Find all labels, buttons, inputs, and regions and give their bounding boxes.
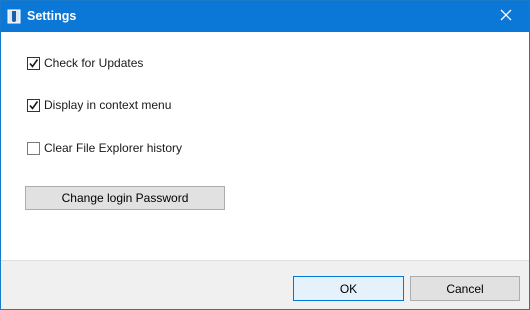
check-for-updates-label: Check for Updates [44,56,144,70]
check-for-updates-checkbox[interactable] [27,56,40,70]
ok-button[interactable]: OK [293,276,404,301]
settings-dialog: Settings Check for Updates Display in co… [0,0,530,310]
check-for-updates-option[interactable]: Check for Updates [27,55,143,71]
display-in-context-menu-option[interactable]: Display in context menu [27,97,171,113]
display-in-context-menu-label: Display in context menu [44,98,172,112]
change-login-password-button[interactable]: Change login Password [25,186,225,210]
display-in-context-menu-checkbox[interactable] [27,98,40,112]
clear-file-explorer-history-option[interactable]: Clear File Explorer history [27,140,182,156]
close-button[interactable] [483,1,529,32]
checkmark-icon [29,58,39,68]
checkmark-icon [29,100,39,110]
clear-file-explorer-history-label: Clear File Explorer history [44,141,183,155]
title-bar[interactable]: Settings [1,1,529,32]
settings-content: Check for Updates Display in context men… [1,32,529,260]
settings-app-icon [7,9,21,24]
clear-file-explorer-history-checkbox[interactable] [27,141,40,155]
close-icon [500,9,512,24]
window-title: Settings [27,9,77,23]
dialog-footer: OK Cancel [1,260,529,309]
cancel-button[interactable]: Cancel [410,276,520,301]
